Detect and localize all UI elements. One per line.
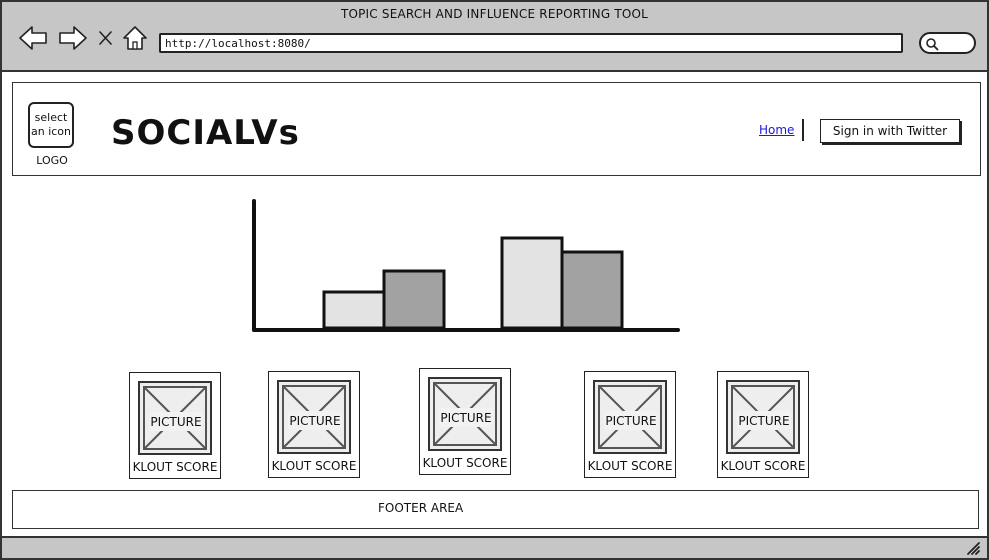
picture-label: PICTURE	[737, 411, 791, 430]
picture-label: PICTURE	[604, 411, 658, 430]
picture-label: PICTURE	[149, 412, 203, 431]
klout-score-label: KLOUT SCORE	[271, 459, 357, 473]
site-footer: FOOTER AREA	[12, 490, 979, 529]
picture-label: PICTURE	[288, 411, 342, 430]
chart-bar-1-1	[322, 290, 386, 330]
browser-window: TOPIC SEARCH AND INFLUENCE REPORTING TOO…	[0, 0, 989, 560]
profile-card[interactable]: PICTURE KLOUT SCORE	[584, 371, 676, 478]
site-header: select an icon LOGO SOCIALVs Home Sign i…	[12, 82, 981, 176]
forward-arrow-icon[interactable]	[58, 24, 88, 52]
home-icon[interactable]	[122, 24, 148, 52]
window-title: TOPIC SEARCH AND INFLUENCE REPORTING TOO…	[340, 7, 649, 21]
profile-card[interactable]: PICTURE KLOUT SCORE	[268, 371, 360, 478]
picture-placeholder: PICTURE	[138, 381, 212, 455]
bar-chart	[252, 199, 680, 332]
close-x-icon[interactable]	[96, 24, 116, 52]
nav-home-link[interactable]: Home	[759, 123, 794, 137]
browser-search-field[interactable]	[919, 32, 976, 54]
chart-bar-1-2	[382, 269, 446, 330]
browser-chrome: TOPIC SEARCH AND INFLUENCE REPORTING TOO…	[2, 2, 987, 72]
klout-score-label: KLOUT SCORE	[587, 459, 673, 473]
picture-placeholder: PICTURE	[428, 377, 502, 451]
logo-placeholder-text: select an icon	[30, 111, 71, 138]
back-arrow-icon[interactable]	[18, 24, 48, 52]
search-icon	[926, 38, 939, 51]
signin-twitter-button[interactable]: Sign in with Twitter	[820, 119, 960, 143]
logo-caption: LOGO	[36, 154, 68, 167]
profile-card[interactable]: PICTURE KLOUT SCORE	[419, 368, 511, 475]
brand-title: SOCIALVs	[111, 113, 300, 153]
klout-score-label: KLOUT SCORE	[720, 459, 806, 473]
picture-label: PICTURE	[439, 408, 493, 427]
nav-divider	[802, 119, 804, 141]
chart-bar-2-2	[560, 250, 624, 330]
klout-score-label: KLOUT SCORE	[422, 456, 508, 470]
picture-placeholder: PICTURE	[593, 380, 667, 454]
resize-grip-icon[interactable]	[965, 540, 981, 556]
url-bar[interactable]: http://localhost:8080/	[159, 33, 903, 53]
profile-card[interactable]: PICTURE KLOUT SCORE	[129, 372, 221, 479]
chart-bar-2-1	[500, 236, 564, 330]
profile-card[interactable]: PICTURE KLOUT SCORE	[717, 371, 809, 478]
picture-placeholder: PICTURE	[726, 380, 800, 454]
browser-status-bar	[2, 536, 987, 558]
klout-score-label: KLOUT SCORE	[132, 460, 218, 474]
logo-placeholder[interactable]: select an icon	[28, 102, 74, 148]
picture-placeholder: PICTURE	[277, 380, 351, 454]
page-content: select an icon LOGO SOCIALVs Home Sign i…	[6, 74, 987, 534]
footer-text: FOOTER AREA	[378, 501, 464, 515]
